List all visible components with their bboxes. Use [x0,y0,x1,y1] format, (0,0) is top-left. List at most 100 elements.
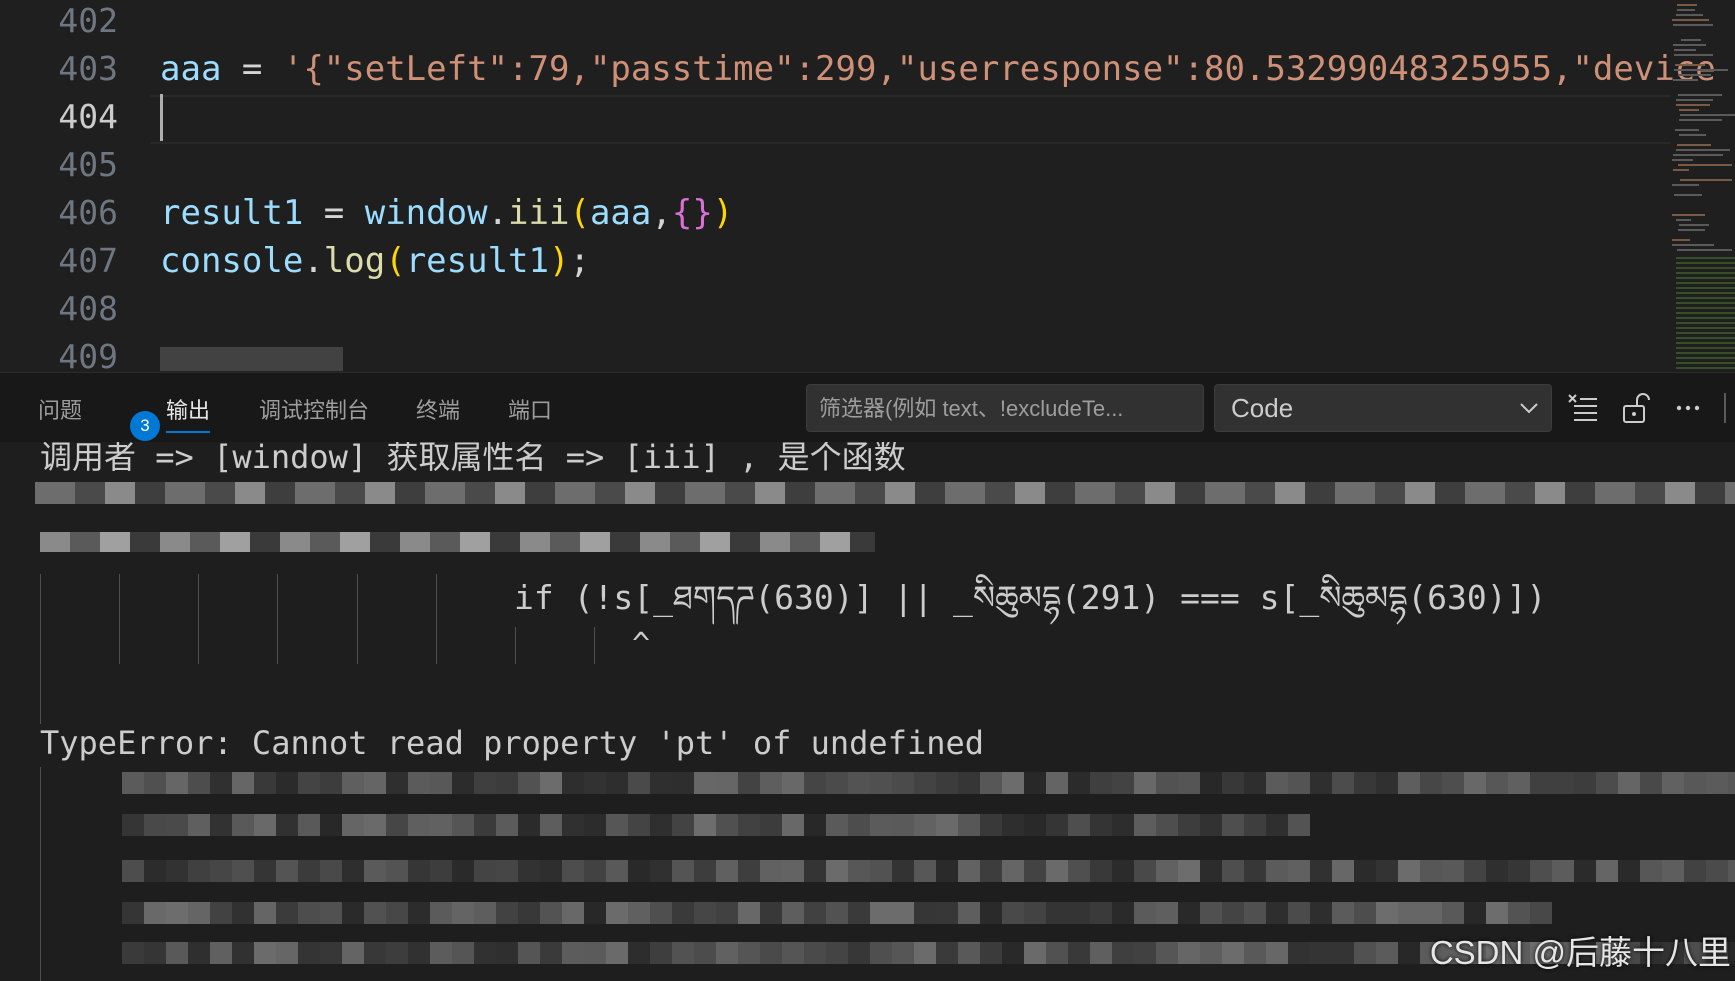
clear-output-icon[interactable] [1566,391,1600,425]
redacted-pixel [496,942,518,964]
redacted-pixel [210,902,232,924]
redacted-pixel [1200,814,1222,836]
redacted-pixel [342,814,364,836]
redacted-pixel [1002,902,1024,924]
minimap-line [1676,104,1710,106]
redacted-pixel [914,902,936,924]
redacted-pixel [1706,860,1728,882]
redacted-pixel [694,860,716,882]
redacted-pixel [1002,814,1024,836]
redacted-pixel [188,942,210,964]
redacted-pixel [1046,772,1068,794]
redacted-pixel [254,942,276,964]
redacted-pixel [1464,902,1486,924]
redacted-pixel [1596,772,1618,794]
redacted-pixel [1024,902,1046,924]
redacted-pixel [1684,860,1706,882]
redacted-pixel [606,814,628,836]
redacted-pixel [452,942,474,964]
redacted-pixel [716,902,738,924]
redacted-pixel [1618,772,1640,794]
redacted-pixel [1090,814,1112,836]
text-cursor [160,94,163,141]
redacted-pixel [1068,860,1090,882]
redacted-pixel [562,814,584,836]
redacted-pixel [694,902,716,924]
problems-count-badge: 3 [130,411,160,441]
redacted-pixel [1090,902,1112,924]
indent-guide [119,574,120,664]
code-line-407[interactable]: console.log(result1); [160,237,590,285]
redacted-pixel [672,772,694,794]
redacted-pixel [672,942,694,964]
redacted-pixel [914,814,936,836]
redacted-pixel [122,942,144,964]
current-line-highlight [150,95,1670,144]
redacted-pixel [232,902,254,924]
redacted-pixel [1486,902,1508,924]
output-pane[interactable]: 调用者 => [window] 获取属性名 => [iii] , 是个函数 if… [0,442,1735,981]
redacted-pixel [144,902,166,924]
redacted-pixel [1024,814,1046,836]
redacted-pixel [1222,814,1244,836]
tab-problems[interactable]: 问题 3 [38,393,160,441]
redacted-pixel [738,942,760,964]
redacted-pixel [1178,772,1200,794]
tab-terminal[interactable]: 终端 [416,393,460,433]
code-line-406[interactable]: result1 = window.iii(aaa,{}) [160,189,733,237]
redacted-pixel [144,772,166,794]
minimap-line [1678,94,1722,96]
code-editor[interactable]: 402 403 404 405 406 407 408 409 aaa = '{… [0,0,1735,372]
code-token-comma: , [651,193,672,233]
redacted-pixel [892,902,914,924]
redacted-pixel [826,860,848,882]
code-token-argument: aaa [589,193,652,233]
redacted-pixel [870,860,892,882]
redacted-pixel [870,902,892,924]
redacted-pixel [1508,902,1530,924]
redacted-pixel [320,814,342,836]
minimap-line [1674,194,1702,196]
code-line-403[interactable]: aaa = '{"setLeft":79,"passtime":299,"use… [160,45,1716,93]
redacted-pixel [430,902,452,924]
tab-ports[interactable]: 端口 [508,393,552,433]
redacted-pixel [496,860,518,882]
lock-scroll-icon[interactable] [1619,391,1653,425]
redacted-pixel [1068,942,1090,964]
filter-input[interactable]: 筛选器(例如 text、!excludeTe... [806,384,1204,432]
redacted-pixel [1310,772,1332,794]
redacted-pixel [386,814,408,836]
minimap-line [1680,179,1732,181]
redacted-pixel [1552,772,1574,794]
horizontal-scrollbar[interactable] [160,347,343,371]
tab-label: 问题 [38,398,83,423]
redacted-pixel [892,772,914,794]
redacted-path [40,532,875,552]
more-actions-icon[interactable] [1671,391,1705,425]
redacted-pixel [848,902,870,924]
redacted-pixel [496,814,518,836]
output-channel-select[interactable]: Code [1214,384,1552,432]
minimap-line [1672,239,1690,241]
minimap-line [1680,114,1735,116]
minimap-line [1676,149,1730,151]
redacted-pixel [892,814,914,836]
redacted-pixel [1288,942,1310,964]
tab-output[interactable]: 输出 [166,393,211,433]
redacted-pixel [1068,814,1090,836]
redacted-pixel [1266,772,1288,794]
redacted-pixel [738,814,760,836]
tab-label: 终端 [416,398,461,423]
redacted-pixel [1376,772,1398,794]
redacted-pixel [320,772,342,794]
code-token-method: iii [508,193,570,233]
code-token-method: log [323,241,386,281]
redacted-pixel [1068,772,1090,794]
redacted-pixel [1024,772,1046,794]
redacted-pixel [364,772,386,794]
redacted-pixel [562,860,584,882]
redacted-pixel [210,942,232,964]
redacted-pixel [980,902,1002,924]
tab-debug-console[interactable]: 调试控制台 [259,393,369,433]
redacted-pixel [1332,902,1354,924]
